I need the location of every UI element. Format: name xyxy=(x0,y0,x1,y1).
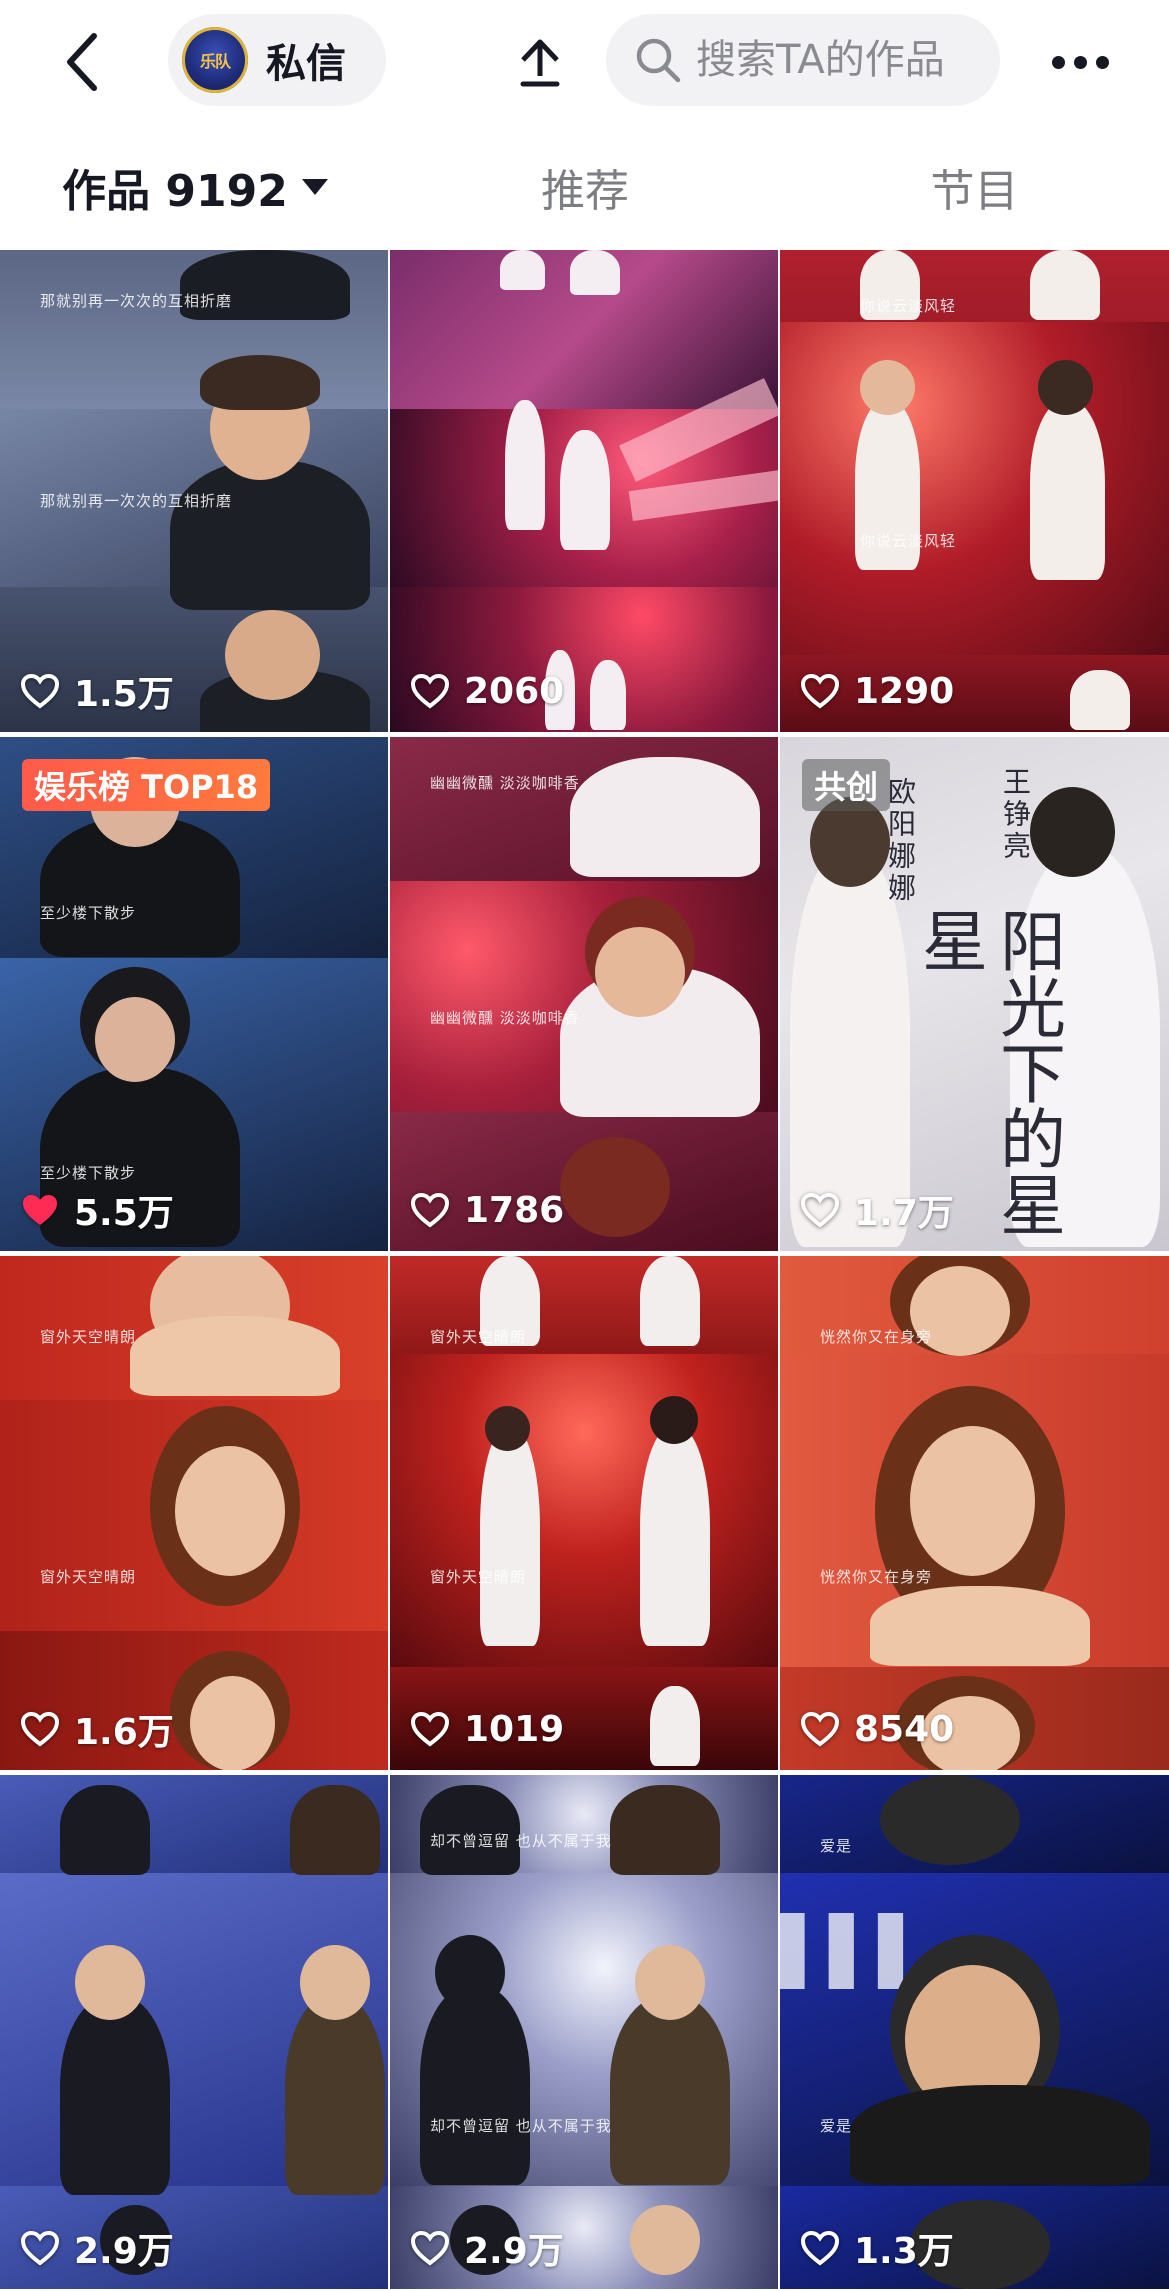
video-thumbnail[interactable]: 幽幽微醺 淡淡咖啡香 幽幽微醺 淡淡咖啡香 1786 xyxy=(390,737,778,1251)
like-count-text: 1019 xyxy=(464,1708,565,1750)
video-thumbnail[interactable]: 恍然你又在身旁 恍然你又在身旁 8540 xyxy=(780,1256,1169,1770)
video-thumbnail[interactable]: 至少楼下散步 至少楼下散步 娱乐榜 TOP18 5.5万 xyxy=(0,737,388,1251)
video-thumbnail[interactable]: 2.9万 xyxy=(0,1775,388,2289)
like-count: 1.6万 xyxy=(20,1704,174,1754)
video-thumbnail[interactable]: ▌▌▌ 爱是 爱是 1.3万 xyxy=(780,1775,1169,2289)
like-count: 1786 xyxy=(410,1185,564,1235)
heart-outline-icon xyxy=(20,1711,60,1747)
video-subtitle: 窗外天空晴朗 xyxy=(40,1568,137,1586)
video-subtitle: 你说云淡风轻 xyxy=(860,532,957,550)
video-thumbnail[interactable]: 你说云淡风轻 你说云淡风轻 1290 xyxy=(780,250,1169,732)
like-count-text: 1.5万 xyxy=(74,674,174,715)
tab-programs[interactable]: 节目 xyxy=(780,126,1169,248)
like-count: 1.3万 xyxy=(800,2223,954,2273)
like-count-text: 2.9万 xyxy=(74,2231,174,2272)
heart-outline-icon xyxy=(800,1711,840,1747)
video-subtitle: 那就别再一次次的互相折磨 xyxy=(40,492,233,510)
more-dot-icon xyxy=(1051,55,1065,69)
video-subtitle: 爱是 xyxy=(820,2117,853,2135)
search-input[interactable] xyxy=(694,36,978,84)
like-count: 2.9万 xyxy=(20,2223,174,2273)
share-icon xyxy=(520,39,560,87)
like-count-text: 8540 xyxy=(854,1708,955,1750)
back-button[interactable] xyxy=(52,26,112,98)
heart-outline-icon xyxy=(20,673,60,709)
more-dot-icon xyxy=(1073,55,1087,69)
heart-outline-icon xyxy=(800,673,840,709)
like-count: 8540 xyxy=(800,1704,954,1754)
like-count-text: 1.3万 xyxy=(854,2231,954,2272)
video-thumbnail[interactable]: 却不曾逗留 也从不属于我 却不曾逗留 也从不属于我 2.9万 xyxy=(390,1775,778,2289)
video-thumbnail[interactable]: 阳光下的星星 欧阳娜娜 王铮亮 共创 1.7万 xyxy=(780,737,1169,1251)
like-count-text: 2.9万 xyxy=(464,2231,564,2272)
video-thumbnail[interactable]: 窗外天空晴朗 窗外天空晴朗 1019 xyxy=(390,1256,778,1770)
like-count: 2060 xyxy=(410,666,564,716)
video-subtitle: 你说云淡风轻 xyxy=(860,297,957,315)
like-count: 2.9万 xyxy=(410,2223,564,2273)
video-subtitle: 恍然你又在身旁 xyxy=(820,1568,933,1586)
heart-outline-icon xyxy=(410,2230,450,2266)
rank-badge: 娱乐榜 TOP18 xyxy=(22,759,271,811)
video-subtitle: 恍然你又在身旁 xyxy=(820,1328,933,1346)
like-count-text: 1786 xyxy=(464,1189,565,1231)
heart-outline-icon xyxy=(410,1711,450,1747)
more-dot-icon xyxy=(1095,55,1109,69)
poster-artist-name: 王铮亮 xyxy=(999,767,1032,863)
video-subtitle: 窗外天空晴朗 xyxy=(430,1328,527,1346)
video-thumbnail[interactable]: 那就别再一次次的互相折磨 那就别再一次次的互相折磨 1.5万 xyxy=(0,250,388,732)
like-count-text: 5.5万 xyxy=(74,1193,174,1234)
video-subtitle: 窗外天空晴朗 xyxy=(40,1328,137,1346)
video-subtitle: 却不曾逗留 也从不属于我 xyxy=(430,2117,612,2135)
like-count: 5.5万 xyxy=(20,1185,174,1235)
video-subtitle: 至少楼下散步 xyxy=(40,904,137,922)
video-subtitle: 那就别再一次次的互相折磨 xyxy=(40,292,233,310)
like-count-text: 1.6万 xyxy=(74,1712,174,1753)
video-subtitle: 幽幽微醺 淡淡咖啡香 xyxy=(430,774,580,792)
avatar-text: 乐队 xyxy=(199,52,231,71)
heart-outline-icon xyxy=(410,673,450,709)
tab-recommend-label: 推荐 xyxy=(541,166,629,217)
avatar: 乐队 xyxy=(182,27,248,93)
like-count-text: 1.7万 xyxy=(854,1193,954,1234)
caret-down-icon xyxy=(301,179,328,195)
message-button[interactable]: 乐队 私信 xyxy=(168,14,386,106)
heart-outline-icon xyxy=(800,2230,840,2266)
video-grid: 那就别再一次次的互相折磨 那就别再一次次的互相折磨 1.5万 2060 你说云淡… xyxy=(0,250,1169,2291)
heart-outline-icon xyxy=(800,1192,840,1228)
share-button[interactable] xyxy=(508,26,572,98)
tab-works[interactable]: 作品 9192 xyxy=(0,126,390,248)
video-thumbnail[interactable]: 窗外天空晴朗 窗外天空晴朗 1.6万 xyxy=(0,1256,388,1770)
video-subtitle: 爱是 xyxy=(820,1837,853,1855)
like-count-text: 1290 xyxy=(854,670,955,712)
like-count: 1.7万 xyxy=(800,1185,954,1235)
like-count: 1290 xyxy=(800,666,954,716)
tab-recommend[interactable]: 推荐 xyxy=(390,126,780,248)
search-icon xyxy=(632,34,684,86)
chevron-left-icon xyxy=(67,33,97,91)
message-label: 私信 xyxy=(266,41,346,87)
top-bar: 乐队 私信 xyxy=(0,0,1169,122)
tab-programs-label: 节目 xyxy=(930,166,1019,217)
co-creation-badge: 共创 xyxy=(802,759,891,811)
video-thumbnail[interactable]: 2060 xyxy=(390,250,778,732)
profile-tabs: 作品 9192 推荐 节目 xyxy=(0,126,1169,372)
like-count-text: 2060 xyxy=(464,670,565,712)
tab-works-label: 作品 9192 xyxy=(62,166,288,217)
heart-outline-icon xyxy=(20,2230,60,2266)
video-subtitle: 却不曾逗留 也从不属于我 xyxy=(430,1832,612,1850)
video-subtitle: 窗外天空晴朗 xyxy=(430,1568,527,1586)
video-subtitle: 至少楼下散步 xyxy=(40,1164,137,1182)
heart-outline-icon xyxy=(410,1192,450,1228)
more-button[interactable] xyxy=(1040,26,1120,98)
like-count: 1019 xyxy=(410,1704,564,1754)
like-count: 1.5万 xyxy=(20,666,174,716)
search-bar[interactable] xyxy=(606,14,1000,106)
video-subtitle: 幽幽微醺 淡淡咖啡香 xyxy=(430,1009,580,1027)
heart-filled-icon xyxy=(23,1195,57,1225)
